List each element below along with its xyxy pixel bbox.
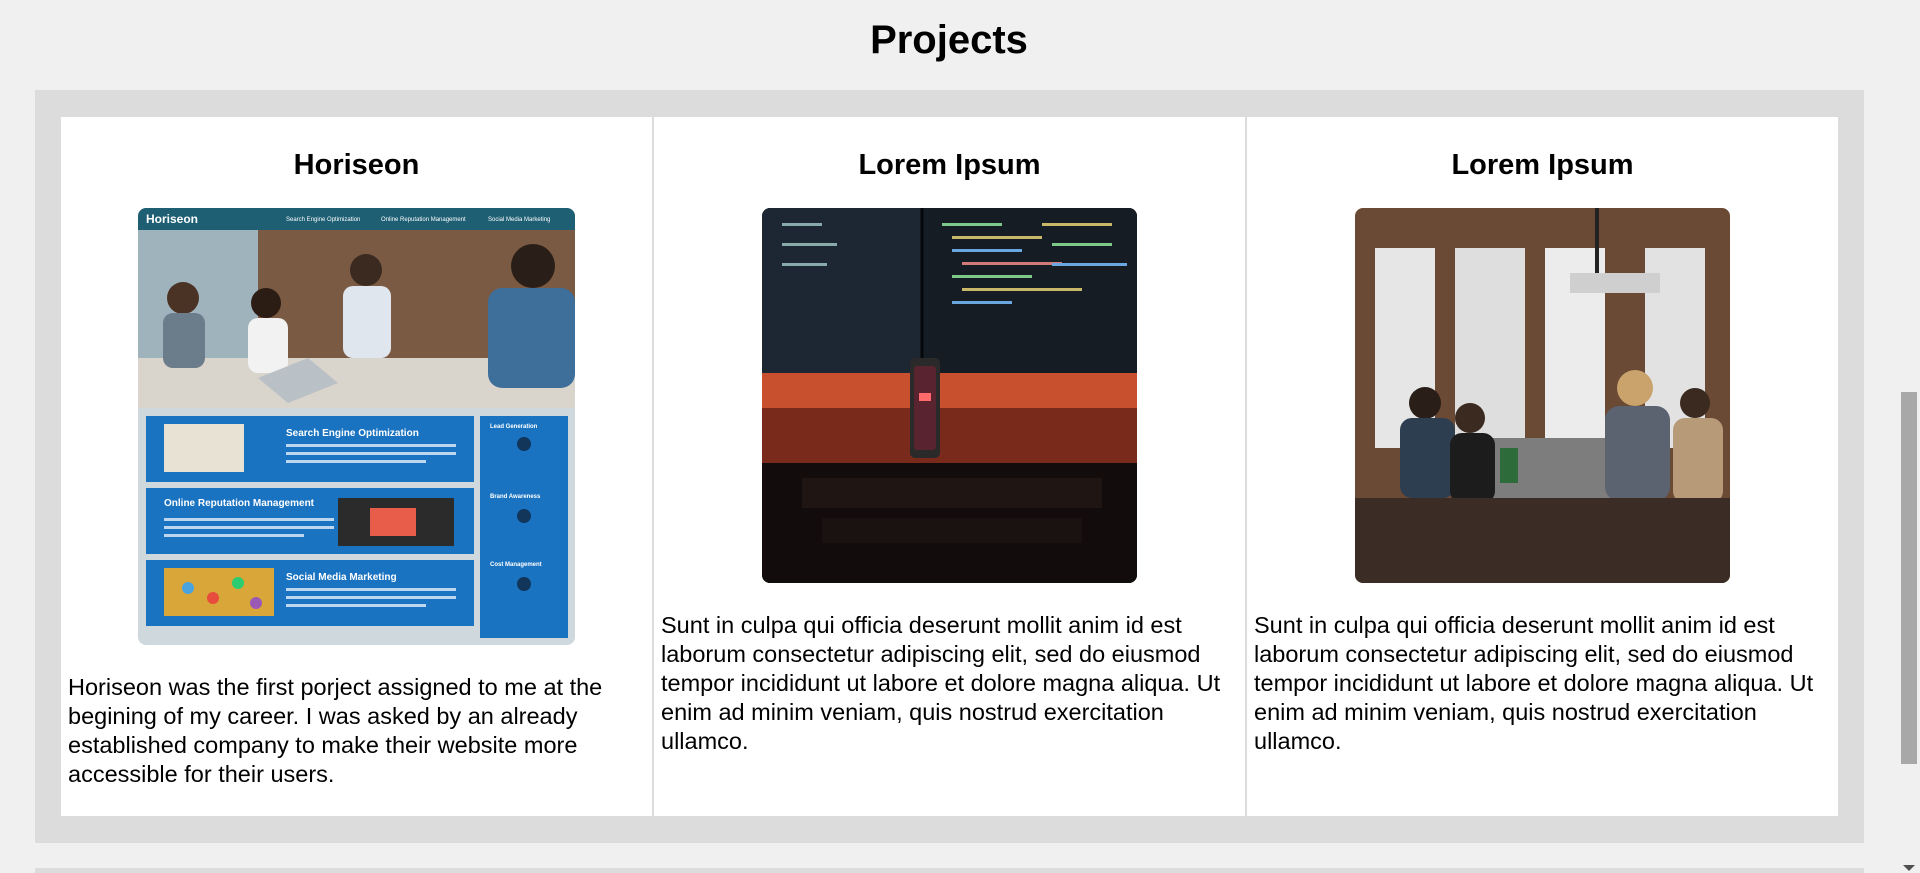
svg-text:Online Reputation Management: Online Reputation Management <box>164 498 315 509</box>
scroll-down-arrow-icon[interactable] <box>1903 865 1915 871</box>
svg-text:Search Engine Optimization: Search Engine Optimization <box>286 217 360 223</box>
svg-text:Brand Awareness: Brand Awareness <box>490 494 541 500</box>
project-description: Sunt in culpa qui officia deserunt molli… <box>1254 612 1814 755</box>
vertical-scrollbar[interactable] <box>1898 0 1920 873</box>
projects-heading: Projects <box>870 18 1028 62</box>
project-image-code-desk[interactable] <box>762 208 1137 584</box>
svg-text:Social Media Marketing: Social Media Marketing <box>286 572 397 583</box>
svg-text:Search Engine Optimization: Search Engine Optimization <box>286 428 419 439</box>
project-title: Lorem Ipsum <box>1451 149 1634 181</box>
svg-text:Online Reputation Management: Online Reputation Management <box>381 217 466 223</box>
project-image-horiseon[interactable]: Horiseon Search Engine Optimization Onli… <box>138 208 575 646</box>
project-title: Lorem Ipsum <box>858 149 1041 181</box>
project-description: Horiseon was the first porject assigned … <box>68 674 603 788</box>
next-section <box>35 868 1864 873</box>
project-card-horiseon: Horiseon Horiseon Search Engine Optimiza… <box>61 117 654 816</box>
scrollbar-thumb[interactable] <box>1901 392 1917 764</box>
project-card-lorem-2: Lorem Ipsum Sunt in culpa qui officia de… <box>1247 117 1838 816</box>
svg-text:Social Media Marketing: Social Media Marketing <box>488 217 550 223</box>
svg-text:Cost Management: Cost Management <box>490 562 542 568</box>
projects-grid: Horiseon Horiseon Search Engine Optimiza… <box>61 117 1838 816</box>
project-card-lorem-1: Lorem Ipsum Sunt in culpa qui officia de… <box>654 117 1247 816</box>
horiseon-brand-text: Horiseon <box>146 212 198 226</box>
svg-text:Lead Generation: Lead Generation <box>490 424 538 430</box>
projects-section: Horiseon Horiseon Search Engine Optimiza… <box>35 90 1864 843</box>
project-title: Horiseon <box>293 149 420 181</box>
project-description: Sunt in culpa qui officia deserunt molli… <box>661 612 1221 755</box>
project-image-team-meeting[interactable] <box>1355 208 1730 584</box>
